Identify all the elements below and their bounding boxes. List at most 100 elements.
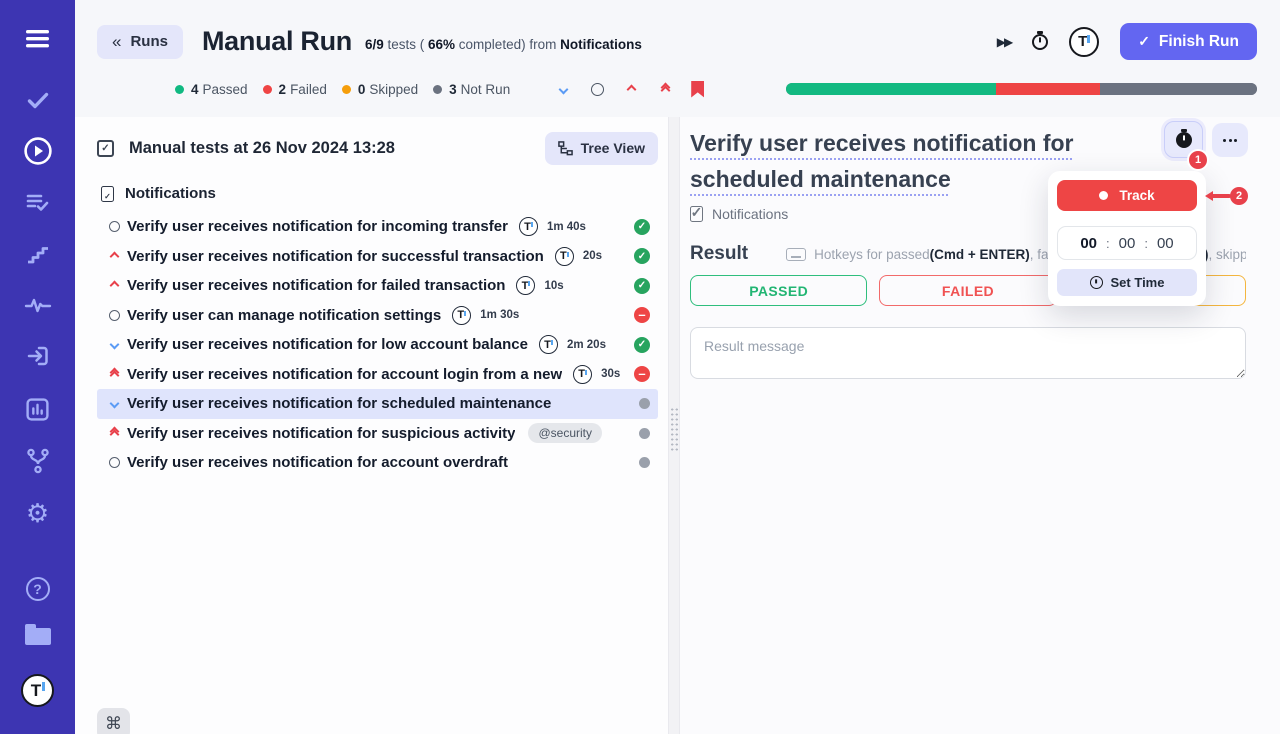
timer-hours[interactable]: 00 xyxy=(1080,235,1097,252)
double-chevron-up-filter-icon[interactable] xyxy=(657,81,673,97)
sidebar-item-runs-play[interactable] xyxy=(0,136,75,166)
stat-count: 3 xyxy=(449,82,457,97)
stat-label: Not Run xyxy=(461,82,511,97)
stat-skipped[interactable]: 0Skipped xyxy=(342,82,418,97)
cmd-shortcut-badge: ⌘ xyxy=(97,708,130,734)
stopwatch-icon xyxy=(1176,132,1192,148)
tests-count: 6/9 xyxy=(365,37,384,52)
test-status-icon: ✓ xyxy=(634,278,650,294)
sidebar-item-branch[interactable] xyxy=(0,448,75,474)
priority-icon xyxy=(101,253,127,260)
test-row[interactable]: Verify user receives notification for sc… xyxy=(97,389,658,419)
testomat-logo-icon: T xyxy=(519,217,538,236)
chevron-up-filter-icon[interactable] xyxy=(623,81,639,97)
sidebar-item-plans-list[interactable] xyxy=(0,192,75,214)
sidebar-item-tasks-check[interactable] xyxy=(0,88,75,112)
stat-count: 2 xyxy=(279,82,287,97)
back-to-runs-button[interactable]: « Runs xyxy=(97,25,183,59)
sidebar-item-menu[interactable] xyxy=(0,27,75,51)
test-row[interactable]: Verify user can manage notification sett… xyxy=(97,301,658,331)
tree-view-button[interactable]: Tree View xyxy=(545,132,658,165)
test-row[interactable]: Verify user receives notification for in… xyxy=(97,212,658,242)
test-row[interactable]: Verify user receives notification for su… xyxy=(97,419,658,449)
timer-popup: Track 00 : 00 : 00 Set Time xyxy=(1048,171,1206,306)
test-status-icon: ✓ xyxy=(634,219,650,235)
stat-failed[interactable]: 2Failed xyxy=(263,82,327,97)
circle-filter-icon[interactable] xyxy=(589,81,605,97)
sidebar-item-projects-folder[interactable] xyxy=(0,628,75,645)
result-message-input[interactable] xyxy=(690,327,1246,379)
sidebar-item-import[interactable] xyxy=(0,344,75,368)
failed-button[interactable]: FAILED xyxy=(879,275,1056,306)
test-row[interactable]: Verify user receives notification for ac… xyxy=(97,360,658,390)
timer-display[interactable]: 00 : 00 : 00 xyxy=(1057,226,1197,260)
test-title: Verify user receives notification for ac… xyxy=(127,366,562,383)
stat-not-run[interactable]: 3 Not Run xyxy=(433,82,510,97)
track-button[interactable]: Track xyxy=(1057,180,1197,211)
progress-failed-segment xyxy=(996,83,1101,95)
check-icon: ✓ xyxy=(1138,33,1150,50)
resizer-grip-icon xyxy=(670,407,679,451)
sidebar-item-settings-gear[interactable]: ⚙ xyxy=(0,500,75,526)
panel-resizer[interactable] xyxy=(668,117,680,734)
test-status-icon: ✓ xyxy=(634,337,650,353)
set-time-label: Set Time xyxy=(1111,275,1165,290)
sidebar-item-analytics[interactable] xyxy=(0,397,75,422)
bookmark-filter-icon[interactable] xyxy=(691,81,704,98)
suite-row[interactable]: ✓ Notifications xyxy=(101,185,658,202)
stats-group: 4Passed 2Failed 0Skipped 3 Not Run xyxy=(175,82,525,97)
test-title: Verify user can manage notification sett… xyxy=(127,307,441,324)
sidebar-item-logo[interactable]: T xyxy=(0,674,75,707)
timer-colon: : xyxy=(1106,236,1110,251)
test-status-icon: – xyxy=(634,307,650,323)
finish-run-label: Finish Run xyxy=(1159,33,1239,51)
chevron-down-filter-icon[interactable] xyxy=(555,81,571,97)
test-status-icon: – xyxy=(634,366,650,382)
topbar: « Runs Manual Run 6/9 tests ( 66% comple… xyxy=(75,0,1280,62)
test-title: Verify user receives notification for su… xyxy=(127,425,515,442)
run-progress-subtitle: 6/9 tests ( 66% completed) from Notifica… xyxy=(365,37,642,52)
testomat-logo-icon[interactable]: T xyxy=(1069,27,1099,57)
file-icon: ✓ xyxy=(690,206,703,222)
subtitle-source: Notifications xyxy=(560,37,642,52)
test-duration: 1m 40s xyxy=(547,221,586,233)
status-dot-icon xyxy=(263,85,272,94)
sidebar-item-pulse[interactable] xyxy=(0,295,75,315)
finish-run-button[interactable]: ✓ Finish Run xyxy=(1120,23,1257,60)
stat-label: Passed xyxy=(203,82,248,97)
timer-minutes[interactable]: 00 xyxy=(1119,235,1136,252)
stopwatch-icon[interactable] xyxy=(1032,34,1048,50)
set-time-button[interactable]: Set Time xyxy=(1057,269,1197,296)
test-duration: 20s xyxy=(583,250,602,262)
stat-passed[interactable]: 4Passed xyxy=(175,82,248,97)
run-progress-bar xyxy=(786,83,1257,95)
testomat-logo-icon: T xyxy=(573,365,592,384)
priority-icon xyxy=(101,428,127,438)
test-row[interactable]: Verify user receives notification for fa… xyxy=(97,271,658,301)
fast-forward-icon[interactable]: ▶▶ xyxy=(997,35,1011,49)
sidebar-item-steps[interactable] xyxy=(0,243,75,265)
test-list: Verify user receives notification for in… xyxy=(97,212,658,478)
testomat-logo-icon: T xyxy=(555,247,574,266)
priority-icon xyxy=(101,221,127,232)
stat-label: Skipped xyxy=(369,82,418,97)
annotation-badge-2: 2 xyxy=(1230,187,1248,205)
passed-button[interactable]: PASSED xyxy=(690,275,867,306)
status-dot-icon xyxy=(433,85,442,94)
test-title: Verify user receives notification for in… xyxy=(127,218,508,235)
test-row[interactable]: Verify user receives notification for lo… xyxy=(97,330,658,360)
priority-icon xyxy=(101,457,127,468)
test-row[interactable]: Verify user receives notification for su… xyxy=(97,242,658,272)
suite-name: Notifications xyxy=(125,185,216,202)
sidebar-item-help[interactable]: ? xyxy=(0,577,75,601)
priority-icon xyxy=(101,369,127,379)
app-window: ⚙? T « Runs Manual Run 6/9 tests ( 66% co… xyxy=(0,0,1280,734)
status-bar: 4Passed 2Failed 0Skipped 3 Not Run xyxy=(75,72,1280,106)
more-options-button[interactable] xyxy=(1212,123,1248,157)
testomat-logo-icon: T xyxy=(516,276,535,295)
timer-seconds[interactable]: 00 xyxy=(1157,235,1174,252)
annotation-arrow-icon xyxy=(1205,192,1231,200)
test-row[interactable]: Verify user receives notification for ac… xyxy=(97,448,658,478)
test-tag: @security xyxy=(528,423,602,443)
test-status-icon xyxy=(639,398,650,409)
